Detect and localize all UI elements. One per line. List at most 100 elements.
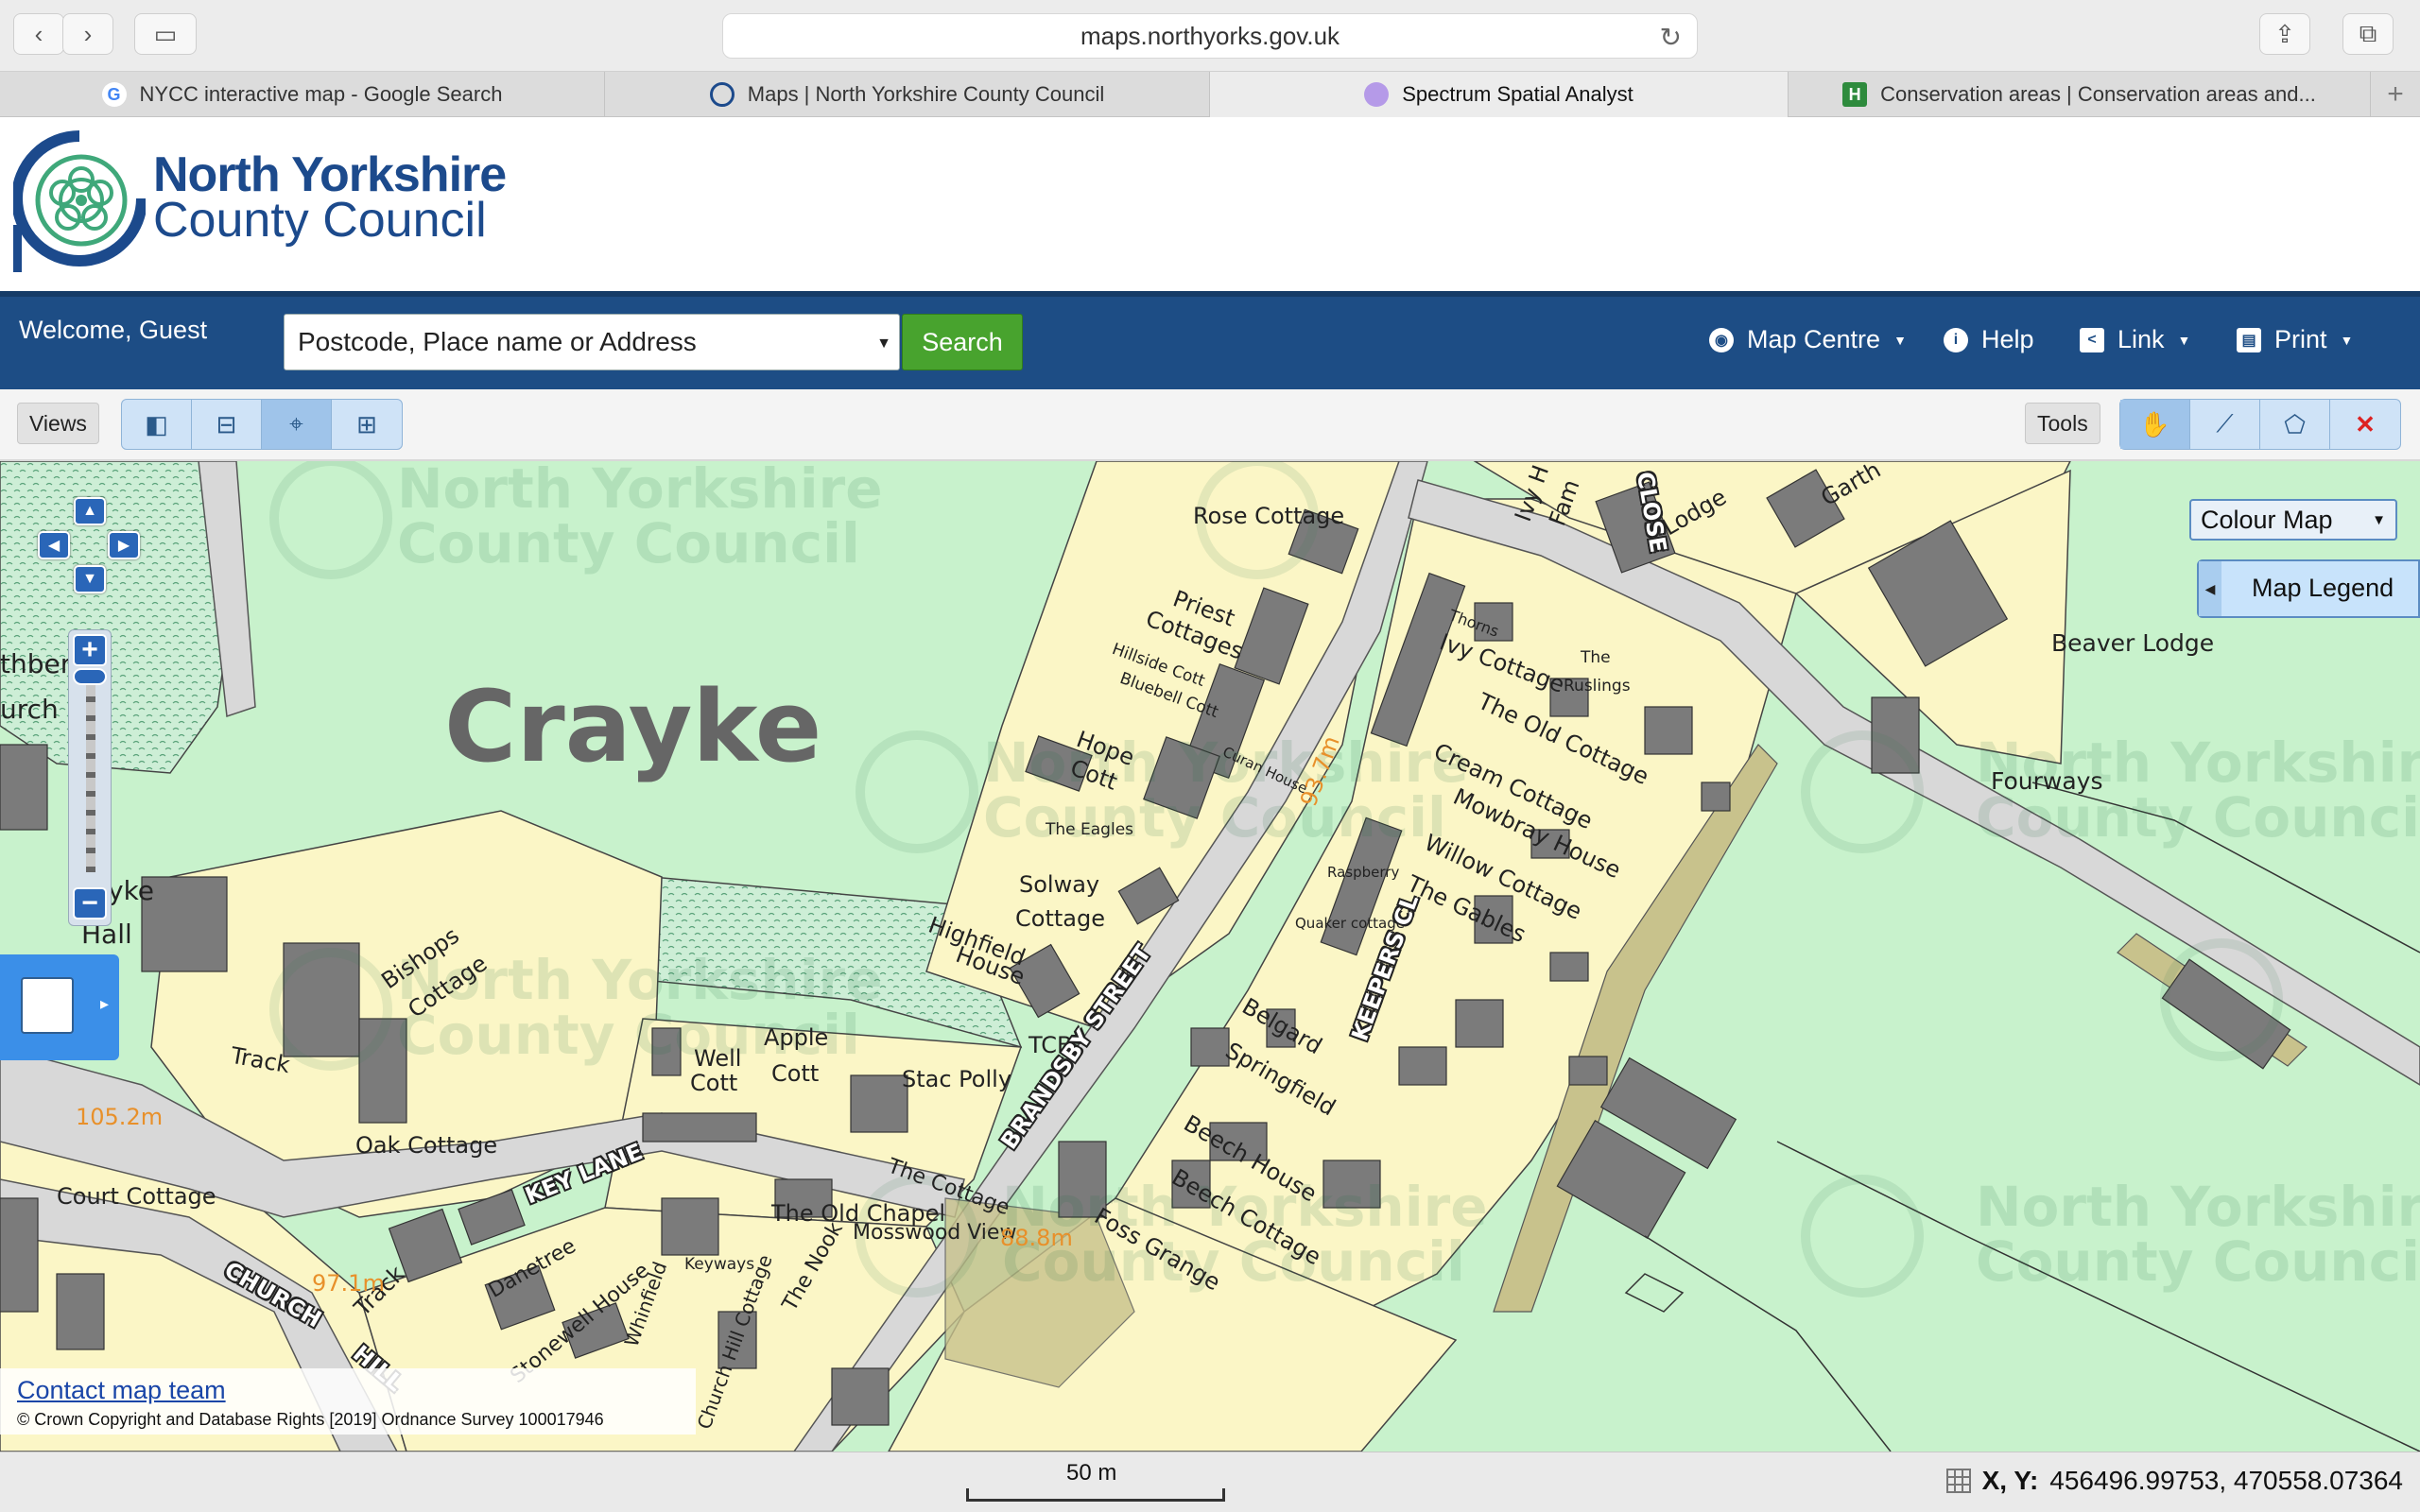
tab-title: Spectrum Spatial Analyst bbox=[1402, 82, 1634, 106]
watermark-text: North Yorkshire County Council bbox=[1976, 1175, 2420, 1294]
share-button[interactable]: ⇪ bbox=[2259, 13, 2310, 55]
map-footer: Contact map team © Crown Copyright and D… bbox=[0, 1368, 696, 1435]
coords-value: 456496.99753, 470558.07364 bbox=[2049, 1466, 2403, 1495]
info-icon: i bbox=[1944, 327, 1968, 352]
tab-title: Maps | North Yorkshire County Council bbox=[747, 82, 1105, 106]
panel-left-view-icon[interactable]: ◧ bbox=[122, 400, 192, 449]
views-button-group: ◧ ⊟ ⌖ ⊞ bbox=[121, 399, 403, 450]
map-legend-button[interactable]: ◀ Map Legend bbox=[2197, 559, 2420, 618]
target-icon: ◉ bbox=[1709, 327, 1734, 352]
historic-england-icon: H bbox=[1842, 82, 1868, 107]
search-input[interactable]: Postcode, Place name or Address ▼ bbox=[284, 314, 900, 370]
pan-up-icon[interactable]: ▲ bbox=[74, 497, 106, 525]
map-label: Oak Cottage bbox=[355, 1132, 498, 1159]
new-tab-button[interactable]: + bbox=[2371, 72, 2420, 117]
printer-icon: ▤ bbox=[2237, 327, 2261, 352]
watermark-text: North Yorkshire County Council bbox=[1002, 1175, 1488, 1294]
map-legend-label: Map Legend bbox=[2252, 574, 2394, 602]
copyright-text: © Crown Copyright and Database Rights [2… bbox=[17, 1410, 604, 1429]
map-centre-menu[interactable]: ◉ Map Centre ▼ bbox=[1709, 325, 1907, 354]
zoom-out-button[interactable]: − bbox=[73, 887, 107, 919]
side-panel-toggle[interactable]: ▸ bbox=[0, 954, 119, 1060]
map-only-view-icon[interactable]: ⌖ bbox=[262, 400, 332, 449]
measure-area-icon[interactable]: ⬠ bbox=[2260, 400, 2330, 449]
map-label: Stac Polly bbox=[902, 1066, 1012, 1092]
zoom-slider-track[interactable] bbox=[86, 678, 95, 872]
panel-split-view-icon[interactable]: ⊟ bbox=[192, 400, 262, 449]
views-label: Views bbox=[17, 403, 99, 444]
map-label: Apple bbox=[764, 1024, 829, 1051]
tools-label: Tools bbox=[2025, 403, 2100, 444]
chevron-down-icon: ▼ bbox=[2340, 332, 2354, 348]
nycc-logo-icon bbox=[13, 130, 146, 272]
pan-left-icon[interactable]: ◀ bbox=[38, 531, 70, 559]
scale-label: 50 m bbox=[1066, 1460, 1117, 1486]
site-header: North Yorkshire County Council bbox=[0, 117, 2420, 291]
tab-overview-button[interactable]: ⧉ bbox=[2342, 13, 2394, 55]
contact-map-team-link[interactable]: Contact map team bbox=[17, 1376, 226, 1405]
colour-map-select[interactable]: Colour Map ▼ bbox=[2189, 499, 2397, 541]
reload-icon[interactable]: ↻ bbox=[1660, 22, 1682, 53]
forward-button[interactable]: › bbox=[62, 13, 113, 55]
browser-toolbar: ‹ › ▭ maps.northyorks.gov.uk ↻ ⇪ ⧉ bbox=[0, 0, 2420, 72]
tab-spectrum-spatial[interactable]: Spectrum Spatial Analyst bbox=[1210, 72, 1789, 117]
map-label: Cottage bbox=[1015, 905, 1105, 932]
url-text: maps.northyorks.gov.uk bbox=[1080, 21, 1340, 50]
search-results-icon bbox=[21, 977, 74, 1034]
pan-right-icon[interactable]: ▶ bbox=[108, 531, 140, 559]
map-label: The Eagles bbox=[1046, 820, 1134, 839]
pan-hand-icon[interactable]: ✋ bbox=[2120, 400, 2190, 449]
spot-height-label: 88.8m bbox=[1000, 1225, 1073, 1251]
chevron-down-icon: ▼ bbox=[2372, 512, 2386, 528]
spectrum-icon bbox=[1364, 82, 1390, 107]
colour-map-value: Colour Map bbox=[2201, 505, 2333, 534]
chevron-down-icon[interactable]: ▼ bbox=[876, 335, 891, 352]
sidebar-toggle-button[interactable]: ▭ bbox=[134, 13, 197, 55]
measure-line-icon[interactable]: ⟋ bbox=[2190, 400, 2260, 449]
table-view-icon[interactable]: ⊞ bbox=[332, 400, 402, 449]
map-label: urch bbox=[0, 694, 59, 725]
zoom-in-button[interactable]: + bbox=[73, 634, 107, 666]
logo-line1: North Yorkshire bbox=[153, 147, 507, 202]
tab-title: Conservation areas | Conservation areas … bbox=[1880, 82, 2316, 106]
tab-google-search[interactable]: G NYCC interactive map - Google Search bbox=[0, 72, 605, 117]
grid-icon bbox=[1945, 1469, 1971, 1493]
spot-height-label: 97.1m bbox=[312, 1270, 385, 1297]
pan-control: ▲ ◀ ▶ ▼ bbox=[36, 497, 146, 601]
tab-conservation-areas[interactable]: H Conservation areas | Conservation area… bbox=[1789, 72, 2371, 117]
help-menu[interactable]: i Help bbox=[1944, 325, 2034, 354]
back-button[interactable]: ‹ bbox=[13, 13, 64, 55]
map-canvas[interactable]: North Yorkshire County Council North York… bbox=[0, 461, 2420, 1452]
map-label: Cott bbox=[771, 1060, 820, 1087]
map-label: Raspberry bbox=[1327, 864, 1400, 881]
chevron-down-icon: ▼ bbox=[2177, 332, 2191, 348]
map-label: Mosswood View bbox=[853, 1221, 1017, 1245]
url-field[interactable]: maps.northyorks.gov.uk ↻ bbox=[722, 13, 1698, 59]
search-button[interactable]: Search bbox=[902, 314, 1023, 370]
tab-bar: G NYCC interactive map - Google Search M… bbox=[0, 72, 2420, 117]
map-label: Well bbox=[694, 1045, 742, 1072]
help-label: Help bbox=[1981, 325, 2034, 353]
status-bar: 50 m X, Y: 456496.99753, 470558.07364 bbox=[0, 1452, 2420, 1512]
print-menu[interactable]: ▤ Print ▼ bbox=[2237, 325, 2353, 354]
map-label: The bbox=[1581, 648, 1611, 667]
link-menu[interactable]: < Link ▼ bbox=[2080, 325, 2190, 354]
nycc-icon bbox=[709, 82, 735, 107]
map-label: Court Cottage bbox=[57, 1183, 216, 1210]
clear-icon[interactable]: ✕ bbox=[2330, 400, 2400, 449]
tools-button-group: ✋ ⟋ ⬠ ✕ bbox=[2119, 399, 2401, 450]
zoom-slider-thumb[interactable] bbox=[73, 668, 107, 685]
share-link-icon: < bbox=[2080, 327, 2104, 352]
map-label: Fourways bbox=[1991, 767, 2103, 795]
print-label: Print bbox=[2274, 325, 2327, 353]
spot-height-label: 105.2m bbox=[76, 1104, 164, 1130]
google-icon: G bbox=[101, 82, 127, 107]
pan-down-icon[interactable]: ▼ bbox=[74, 565, 106, 593]
scale-bar bbox=[966, 1488, 1225, 1502]
link-label: Link bbox=[2118, 325, 2165, 353]
map-label: yke bbox=[108, 875, 155, 906]
watermark-text: North Yorkshire County Council bbox=[397, 461, 883, 576]
search-placeholder: Postcode, Place name or Address bbox=[298, 327, 697, 356]
map-label: Solway bbox=[1019, 871, 1100, 898]
tab-nycc-maps[interactable]: Maps | North Yorkshire County Council bbox=[605, 72, 1210, 117]
